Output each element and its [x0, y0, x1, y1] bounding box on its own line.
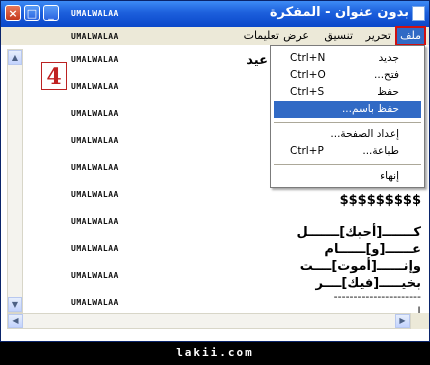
menu-format[interactable]: تنسيق	[324, 28, 353, 44]
file-menu-dropdown: Ctrl+N جديد Ctrl+O فتح... Ctrl+S حفظ حفظ…	[270, 45, 425, 188]
menu-bar: ملف تحرير تنسيق عرض تعليمات UMALWALAA	[1, 26, 429, 46]
menu-item-page-setup[interactable]: إعداد الصفحة...	[274, 126, 421, 143]
watermark: UMALWALAA	[71, 55, 119, 64]
minimize-button[interactable]: _	[43, 5, 59, 21]
shortcut-label: Ctrl+P	[290, 145, 324, 157]
editor-line: عــــــ[و]ــــــام	[324, 242, 421, 257]
site-watermark: lakii.com	[176, 346, 254, 359]
menu-item-label: إنهاء	[380, 170, 399, 182]
scroll-up-arrow-icon[interactable]: ▲	[8, 50, 22, 65]
editor-line: كـــــــ[أحبك]ـــــــل	[296, 225, 422, 240]
watermark: UMALWALAA	[71, 136, 119, 145]
menu-item-open[interactable]: Ctrl+O فتح...	[274, 67, 421, 84]
watermark: UMALWALAA	[71, 163, 119, 172]
window-title: بدون عنوان - المفكرة	[269, 5, 409, 20]
menu-file[interactable]: ملف	[395, 26, 426, 46]
editor-line: $$$$$$$$$	[339, 193, 421, 208]
editor-line: وإنــــــ[أموت]ــــت	[299, 259, 421, 274]
watermark: UMALWALAA	[71, 109, 119, 118]
watermark: UMALWALAA	[71, 9, 119, 18]
notepad-icon	[412, 6, 425, 21]
menu-separator	[274, 164, 421, 165]
editor-text-fragment: عيد	[246, 53, 268, 68]
menu-item-save-as[interactable]: حفظ باسم...	[274, 101, 421, 118]
menu-item-label: فتح...	[374, 69, 399, 81]
menu-item-label: إعداد الصفحة...	[330, 128, 399, 140]
shortcut-label: Ctrl+N	[290, 52, 326, 64]
menu-item-print[interactable]: Ctrl+P طباعة...	[274, 143, 421, 160]
maximize-button[interactable]: □	[24, 5, 40, 21]
close-button[interactable]: ×	[5, 5, 21, 21]
menu-item-new[interactable]: Ctrl+N جديد	[274, 50, 421, 67]
editor-line: ----------------------	[333, 290, 421, 303]
menu-item-exit[interactable]: إنهاء	[274, 168, 421, 185]
menu-item-label: حفظ باسم...	[341, 103, 399, 115]
watermark: UMALWALAA	[71, 244, 119, 253]
step-number-badge: 4	[41, 62, 67, 90]
watermark: UMALWALAA	[71, 271, 119, 280]
scroll-left-arrow-icon[interactable]: ◀	[8, 314, 23, 328]
menu-separator	[274, 122, 421, 123]
menu-item-label: جديد	[378, 52, 399, 64]
watermark: UMALWALAA	[71, 32, 119, 41]
notepad-window: × □ _ UMALWALAA بدون عنوان - المفكرة ملف…	[0, 0, 430, 342]
shortcut-label: Ctrl+O	[290, 69, 326, 81]
horizontal-scrollbar[interactable]: ◀ ▶	[7, 313, 411, 329]
editor-line: بخيـــــ[فيك]ــــر	[315, 276, 421, 291]
watermark: UMALWALAA	[71, 190, 119, 199]
shortcut-label: Ctrl+S	[290, 86, 325, 98]
resize-grip[interactable]	[411, 313, 429, 329]
menu-edit[interactable]: تحرير	[366, 28, 391, 44]
scroll-right-arrow-icon[interactable]: ▶	[395, 314, 410, 328]
menu-view[interactable]: عرض	[283, 28, 309, 44]
menu-item-save[interactable]: Ctrl+S حفظ	[274, 84, 421, 101]
menu-help[interactable]: تعليمات	[244, 28, 279, 44]
watermark: UMALWALAA	[71, 298, 119, 307]
watermark: UMALWALAA	[71, 217, 119, 226]
menu-item-label: حفظ	[377, 86, 399, 98]
title-bar[interactable]: × □ _ UMALWALAA بدون عنوان - المفكرة	[1, 1, 429, 27]
scroll-down-arrow-icon[interactable]: ▼	[8, 297, 22, 312]
watermark: UMALWALAA	[71, 82, 119, 91]
menu-item-label: طباعة...	[362, 145, 399, 157]
vertical-scrollbar[interactable]: ▲ ▼	[7, 49, 23, 313]
